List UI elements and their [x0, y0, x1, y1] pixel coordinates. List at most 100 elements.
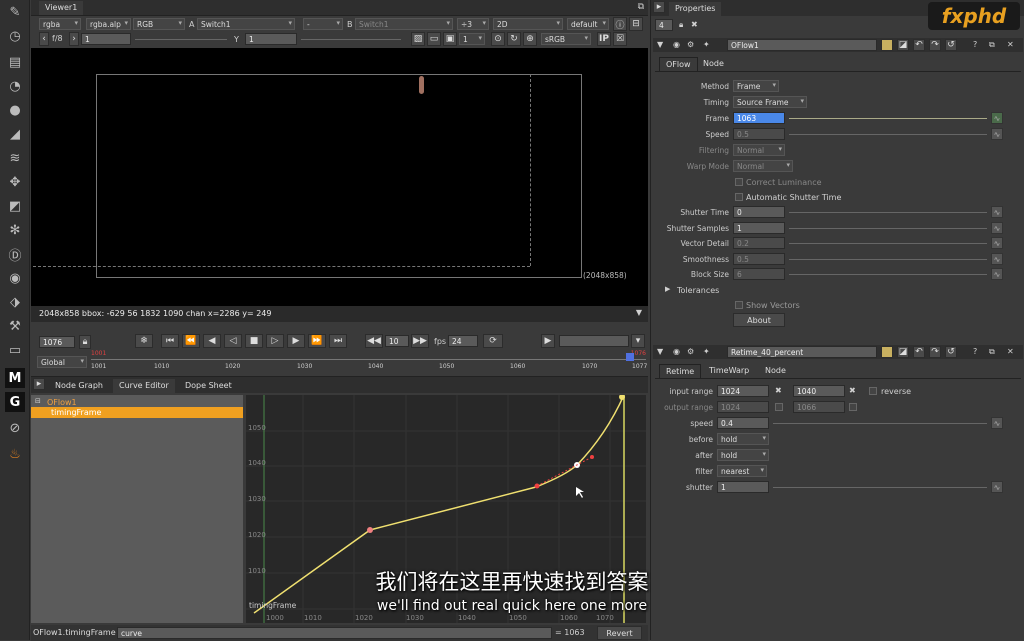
- channel-icon[interactable]: ▤: [5, 52, 25, 72]
- viewer-icon[interactable]: ⚙: [687, 40, 694, 49]
- panel-menu-icon[interactable]: ▸: [33, 378, 45, 390]
- node-color-icon[interactable]: ◉: [673, 40, 680, 49]
- wrench-icon[interactable]: ✦: [703, 347, 710, 356]
- lock-panel-icon[interactable]: 🔒︎: [679, 20, 683, 30]
- transform-icon[interactable]: ✥: [5, 172, 25, 192]
- close-icon[interactable]: ✕: [1007, 40, 1014, 49]
- other-icon[interactable]: ▭: [5, 340, 25, 360]
- color-swatch-icon[interactable]: [881, 346, 893, 358]
- speed-anim-icon[interactable]: ∿: [991, 128, 1003, 140]
- viewer-icon[interactable]: ⚙: [687, 347, 694, 356]
- about-button[interactable]: About: [733, 313, 785, 327]
- tolerances-label[interactable]: Tolerances: [677, 286, 719, 295]
- a-input-dropdown[interactable]: Switch1: [197, 18, 295, 30]
- collapse-icon[interactable]: ⊟: [35, 397, 41, 405]
- tab-viewer1[interactable]: Viewer1: [39, 1, 84, 15]
- frame-slider[interactable]: [789, 112, 987, 124]
- playhead[interactable]: [626, 353, 634, 361]
- smoothness-field[interactable]: 0.5: [733, 253, 785, 265]
- first-frame-icon[interactable]: ⏮: [161, 334, 179, 348]
- float-icon[interactable]: ⧉: [989, 40, 995, 50]
- snowflake-icon[interactable]: ❄: [135, 334, 153, 348]
- gl-color-icon[interactable]: ◪: [897, 39, 909, 51]
- tab-node-graph[interactable]: Node Graph: [49, 379, 109, 393]
- layer-dropdown[interactable]: rgba.alp: [86, 18, 131, 30]
- color-icon[interactable]: ◔: [5, 76, 25, 96]
- fstop-right-icon[interactable]: ›: [69, 32, 79, 46]
- close-icon[interactable]: ✕: [1007, 347, 1014, 356]
- tree-child[interactable]: timingFrame: [31, 407, 243, 418]
- info-arrow-icon[interactable]: ▼: [636, 308, 642, 317]
- tab-oflow[interactable]: OFlow: [659, 57, 698, 71]
- expand-icon[interactable]: ▶: [665, 285, 670, 293]
- show-vectors-checkbox[interactable]: [735, 301, 743, 309]
- tab-node[interactable]: Node: [697, 57, 730, 71]
- furnace-icon[interactable]: ⊘: [5, 418, 25, 438]
- last-frame-icon[interactable]: ⏭: [329, 334, 347, 348]
- shutter-samples-slider[interactable]: [789, 222, 987, 234]
- timing-dropdown[interactable]: Source Frame: [733, 96, 807, 108]
- flipbook-field[interactable]: [559, 335, 629, 347]
- skip-back-icon[interactable]: ◀◀: [365, 334, 383, 348]
- next-frame-icon[interactable]: ▶: [287, 334, 305, 348]
- mode-dropdown[interactable]: 2D: [493, 18, 563, 30]
- retime-speed-slider[interactable]: [773, 417, 987, 429]
- next-keyframe-icon[interactable]: ⏩: [308, 334, 326, 348]
- filter-dropdown[interactable]: nearest: [717, 465, 767, 477]
- play-forward-icon[interactable]: ▷: [266, 334, 284, 348]
- node-color-icon[interactable]: ◉: [673, 347, 680, 356]
- output-start-checkbox[interactable]: [775, 403, 783, 411]
- circle-icon[interactable]: ●: [5, 100, 25, 120]
- lut-dropdown[interactable]: default: [567, 18, 609, 30]
- retime-speed-field[interactable]: 0.4: [717, 417, 769, 429]
- input-process-icon[interactable]: IP: [597, 32, 611, 46]
- gain-slider[interactable]: [135, 33, 227, 45]
- prev-keyframe-icon[interactable]: ⏪: [182, 334, 200, 348]
- channels-dropdown[interactable]: rgba: [39, 18, 81, 30]
- output-range-start[interactable]: 1024: [717, 401, 769, 413]
- filtering-dropdown[interactable]: Normal: [733, 144, 785, 156]
- gamma-field[interactable]: 1: [245, 33, 297, 45]
- frame-lock-icon[interactable]: 🔒︎: [79, 335, 91, 349]
- redo-icon[interactable]: ↷: [929, 39, 941, 51]
- skip-forward-icon[interactable]: ▶▶: [411, 334, 429, 348]
- toolsets-icon[interactable]: ⚒: [5, 316, 25, 336]
- vector-detail-field[interactable]: 0.2: [733, 237, 785, 249]
- float-icon[interactable]: ⧉: [989, 347, 995, 357]
- stop-icon[interactable]: ■: [245, 334, 263, 348]
- lock-icon[interactable]: ⊕: [523, 32, 537, 46]
- flipbook-dropdown-icon[interactable]: ▾: [631, 334, 645, 348]
- compare-dropdown[interactable]: -: [303, 18, 343, 30]
- frame-field[interactable]: 1063: [733, 112, 785, 124]
- link-icon[interactable]: ✖: [775, 386, 782, 395]
- retime-shutter-field[interactable]: 1: [717, 481, 769, 493]
- loop-icon[interactable]: ⟳: [483, 334, 503, 348]
- tab-curve-editor[interactable]: Curve Editor: [113, 379, 175, 393]
- speed-slider[interactable]: [789, 128, 987, 140]
- roi-icon[interactable]: ▣: [443, 32, 457, 46]
- undo-icon[interactable]: ↶: [913, 39, 925, 51]
- pause-render-icon[interactable]: ⊙: [491, 32, 505, 46]
- help-icon[interactable]: ?: [973, 40, 977, 49]
- fstop-label[interactable]: f/8: [52, 34, 63, 43]
- gain-field[interactable]: 1: [81, 33, 131, 45]
- tab-properties[interactable]: Properties: [669, 2, 722, 16]
- info-icon[interactable]: ⓘ: [613, 17, 627, 31]
- vector-detail-slider[interactable]: [789, 237, 987, 249]
- g-icon[interactable]: G: [5, 392, 25, 412]
- deep-icon[interactable]: Ⓓ: [5, 244, 25, 264]
- layers-icon[interactable]: ≋: [5, 148, 25, 168]
- input-range-start[interactable]: 1024: [717, 385, 769, 397]
- colorspace-dropdown[interactable]: RGB: [133, 18, 185, 30]
- clip-icon[interactable]: ▨: [411, 32, 425, 46]
- frame-anim-icon[interactable]: ∿: [991, 112, 1003, 124]
- clear-panels-icon[interactable]: ✖: [691, 20, 698, 29]
- oflow-name-field[interactable]: OFlow1: [727, 39, 877, 51]
- retime-name-field[interactable]: Retime_40_percent: [727, 346, 877, 358]
- paint-icon[interactable]: ✎: [5, 2, 25, 22]
- warp-mode-dropdown[interactable]: Normal: [733, 160, 793, 172]
- after-dropdown[interactable]: hold: [717, 449, 769, 461]
- tab-retime[interactable]: Retime: [659, 364, 702, 378]
- color-swatch-icon[interactable]: [881, 39, 893, 51]
- fire-icon[interactable]: ♨: [5, 444, 25, 464]
